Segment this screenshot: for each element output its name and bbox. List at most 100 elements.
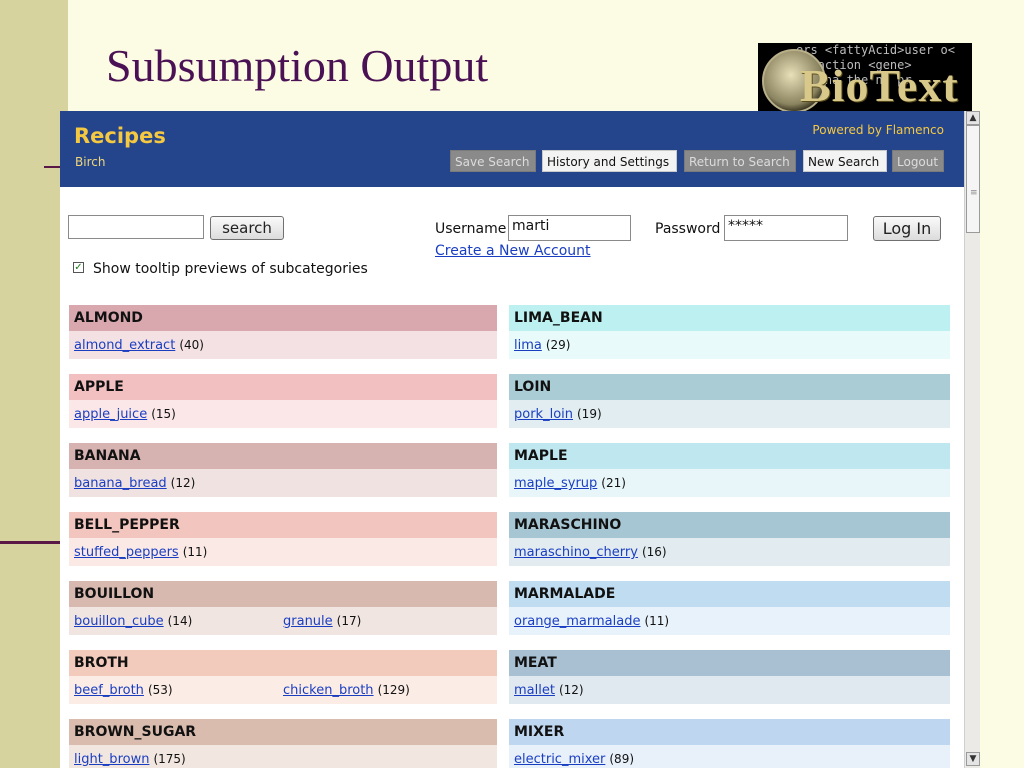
subcategory-link[interactable]: apple_juice xyxy=(74,407,147,422)
category-header[interactable]: APPLE xyxy=(69,374,497,400)
subcategory-link[interactable]: orange_marmalade xyxy=(514,614,640,629)
subcategory-item: lima (29) xyxy=(514,331,571,360)
scrollbar-thumb[interactable]: ≡ xyxy=(966,125,980,233)
subcategory-row: almond_extract (40) xyxy=(69,331,497,359)
password-label: Password xyxy=(655,221,721,237)
subcategory-row: maple_syrup (21) xyxy=(509,469,950,497)
subcategory-item: maple_syrup (21) xyxy=(514,469,626,498)
subcategory-link[interactable]: beef_broth xyxy=(74,683,144,698)
subcategory-item: almond_extract (40) xyxy=(74,331,204,360)
subcategory-item: maraschino_cherry (16) xyxy=(514,538,667,567)
history-settings-button[interactable]: History and Settings xyxy=(542,150,677,172)
category-header[interactable]: BOUILLON xyxy=(69,581,497,607)
subcategory-item: light_brown (175) xyxy=(74,745,186,768)
subcategory-link[interactable]: maraschino_cherry xyxy=(514,545,638,560)
scroll-down-arrow-icon[interactable]: ▼ xyxy=(966,752,980,766)
subcategory-count: (19) xyxy=(577,407,602,421)
category-panel: APPLE apple_juice (15) xyxy=(69,374,497,428)
subcategory-row: bouillon_cube (14) granule (17) xyxy=(69,607,497,635)
save-search-button[interactable]: Save Search xyxy=(450,150,536,172)
scroll-up-arrow-icon[interactable]: ▲ xyxy=(966,111,980,125)
subcategory-count: (29) xyxy=(545,338,571,352)
subcategory-row: banana_bread (12) xyxy=(69,469,497,497)
subcategory-item: stuffed_peppers (11) xyxy=(74,538,207,567)
category-panel: BANANA banana_bread (12) xyxy=(69,443,497,497)
search-button[interactable]: search xyxy=(210,216,284,240)
category-header[interactable]: BANANA xyxy=(69,443,497,469)
category-header[interactable]: MARASCHINO xyxy=(509,512,950,538)
slide-accent-line xyxy=(0,541,60,544)
category-panel: MEAT mallet (12) xyxy=(509,650,950,704)
category-panel: MARMALADE orange_marmalade (11) xyxy=(509,581,950,635)
category-panel: MAPLE maple_syrup (21) xyxy=(509,443,950,497)
subcategory-link[interactable]: mallet xyxy=(514,683,555,698)
slide-side-strip xyxy=(0,0,68,768)
subcategory-link[interactable]: bouillon_cube xyxy=(74,614,164,629)
subcategory-item: electric_mixer (89) xyxy=(514,745,634,768)
subcategory-count: (11) xyxy=(182,545,208,559)
subcategory-count: (53) xyxy=(147,683,173,697)
slide-title: Subsumption Output xyxy=(106,40,489,91)
subcategory-link[interactable]: electric_mixer xyxy=(514,752,605,767)
category-panel: BOUILLON bouillon_cube (14) granule (17) xyxy=(69,581,497,635)
subcategory-link[interactable]: banana_bread xyxy=(74,476,167,491)
category-header[interactable]: LIMA_BEAN xyxy=(509,305,950,331)
logo-wordmark: BioText xyxy=(800,60,959,111)
new-search-button[interactable]: New Search xyxy=(803,150,887,172)
subcategory-count: (175) xyxy=(153,752,186,766)
subcategory-item: mallet (12) xyxy=(514,676,584,705)
tooltip-preview-checkbox[interactable]: ✓ xyxy=(73,262,84,273)
subcategory-row: light_brown (175) xyxy=(69,745,497,768)
subcategory-count: (12) xyxy=(558,683,584,697)
password-field[interactable]: ***** xyxy=(724,215,848,241)
logout-button[interactable]: Logout xyxy=(892,150,944,172)
subcategory-item: chicken_broth (129) xyxy=(283,676,410,705)
subcategory-link[interactable]: chicken_broth xyxy=(283,683,374,698)
category-header[interactable]: LOIN xyxy=(509,374,950,400)
subcategory-count: (12) xyxy=(170,476,196,490)
vertical-scrollbar[interactable]: ▲ ≡ ▼ xyxy=(964,111,980,768)
slide-accent-line-top xyxy=(44,166,60,168)
username-field[interactable]: marti xyxy=(508,215,631,241)
subcategory-item: orange_marmalade (11) xyxy=(514,607,669,636)
subcategory-row: mallet (12) xyxy=(509,676,950,704)
category-header[interactable]: MAPLE xyxy=(509,443,950,469)
scrollbar-grip-icon: ≡ xyxy=(970,188,978,198)
category-panel: MIXER electric_mixer (89) xyxy=(509,719,950,768)
subcategory-link[interactable]: light_brown xyxy=(74,752,149,767)
biotext-logo: ers <fattyAcid>user o< eraction <gene> t… xyxy=(758,43,972,111)
category-header[interactable]: BROTH xyxy=(69,650,497,676)
subcategory-item: bouillon_cube (14) xyxy=(74,607,192,636)
subcategory-item: banana_bread (12) xyxy=(74,469,195,498)
subcategory-link[interactable]: granule xyxy=(283,614,333,629)
subcategory-row: stuffed_peppers (11) xyxy=(69,538,497,566)
subcategory-row: lima (29) xyxy=(509,331,950,359)
category-panel: ALMOND almond_extract (40) xyxy=(69,305,497,359)
subcategory-count: (21) xyxy=(601,476,626,490)
log-in-button[interactable]: Log In xyxy=(873,216,941,241)
subcategory-link[interactable]: maple_syrup xyxy=(514,476,597,491)
category-header[interactable]: MARMALADE xyxy=(509,581,950,607)
subcategory-count: (129) xyxy=(377,683,410,697)
create-account-link[interactable]: Create a New Account xyxy=(435,243,591,259)
app-header: Recipes Birch Powered by Flamenco Save S… xyxy=(60,111,964,187)
subcategory-link[interactable]: almond_extract xyxy=(74,338,175,353)
subcategory-link[interactable]: pork_loin xyxy=(514,407,573,422)
category-header[interactable]: ALMOND xyxy=(69,305,497,331)
subcategory-count: (15) xyxy=(151,407,176,421)
return-to-search-button[interactable]: Return to Search xyxy=(684,150,796,172)
subcategory-count: (11) xyxy=(644,614,670,628)
search-input[interactable] xyxy=(68,215,204,239)
category-header[interactable]: MIXER xyxy=(509,719,950,745)
category-header[interactable]: BROWN_SUGAR xyxy=(69,719,497,745)
subcategory-row: electric_mixer (89) xyxy=(509,745,950,768)
powered-by-link[interactable]: Powered by Flamenco xyxy=(812,123,944,137)
category-header[interactable]: MEAT xyxy=(509,650,950,676)
subcategory-item: beef_broth (53) xyxy=(74,676,173,705)
category-header[interactable]: BELL_PEPPER xyxy=(69,512,497,538)
subcategory-link[interactable]: lima xyxy=(514,338,542,353)
subcategory-item: pork_loin (19) xyxy=(514,400,602,429)
subcategory-link[interactable]: stuffed_peppers xyxy=(74,545,179,560)
category-panel: LIMA_BEAN lima (29) xyxy=(509,305,950,359)
subcategory-row: apple_juice (15) xyxy=(69,400,497,428)
